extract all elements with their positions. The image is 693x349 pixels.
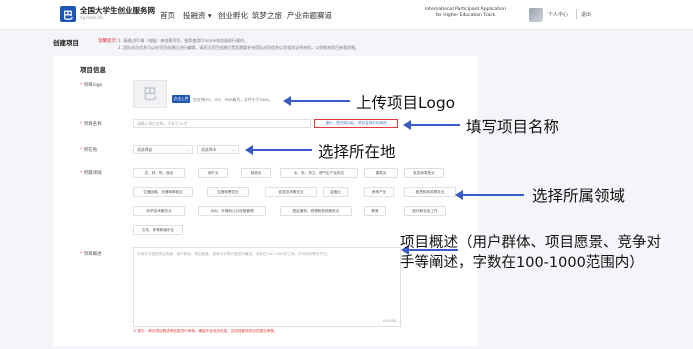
field-option[interactable]: 租赁和商务服务业 — [404, 187, 456, 197]
nav-investment[interactable]: 投融资 ▾ — [183, 10, 212, 21]
arrow-icon — [403, 120, 460, 130]
field-label: 所属领域 — [80, 170, 102, 176]
field-option[interactable]: 交通运输、仓储和邮政业 — [133, 187, 193, 197]
field-option[interactable]: 居民服务、修理和其他服务业 — [280, 206, 352, 216]
field-option[interactable]: 水利、环境和公共设施管理 — [198, 206, 266, 216]
field-option[interactable]: 金融业 — [323, 187, 348, 197]
divider — [576, 9, 577, 19]
intl-line2: for Higher Education Track — [435, 13, 496, 18]
arrow-icon — [283, 96, 350, 106]
annotation-summary-line1: 项目概述（用户群体、项目愿景、竞争对 — [400, 235, 661, 251]
location-label: 所在地 — [80, 147, 98, 153]
field-option[interactable]: 教育 — [364, 206, 386, 216]
annotation-upload-logo: 上传项目Logo — [356, 94, 456, 112]
upload-button[interactable]: 点击上传 — [172, 95, 190, 103]
field-option[interactable]: 制造业 — [241, 168, 271, 178]
summary-label: 项目概述 — [80, 251, 102, 257]
site-logo[interactable]: 巴 — [60, 6, 76, 22]
field-option[interactable]: 农、林、牧、渔业 — [133, 168, 185, 178]
tip-line-1: 1. 请通过PC端（电脑）来创建项目，推荐使用Chrome浏览器进行操作。 — [118, 38, 248, 43]
chevron-down-icon: ⌄ — [185, 147, 189, 152]
nav-home[interactable]: 首页 — [160, 10, 175, 21]
avatar[interactable] — [529, 8, 543, 22]
section-title: 项目信息 — [80, 66, 106, 74]
logo-preview: 巴 — [133, 80, 167, 108]
tip-line-2: 2. 团队成员信息可以在项目创建后进行编辑，请关注项目创建后是否需要补充团队成员… — [118, 45, 360, 50]
nav-dream-journey[interactable]: 筑梦之旅 — [252, 10, 282, 21]
province-select-text: 请选择省 — [137, 146, 153, 152]
field-option[interactable]: 住宿和餐饮业 — [207, 187, 249, 197]
project-name-input[interactable]: 请输入项目名称，不多于30字 — [133, 119, 311, 128]
field-option[interactable]: 建筑业 — [364, 168, 398, 178]
logo-label: 项目logo — [80, 82, 103, 88]
field-option[interactable]: 科学技术服务业 — [133, 206, 185, 216]
field-option[interactable]: 采矿业 — [198, 168, 228, 178]
char-count: 0/1000 — [383, 318, 397, 323]
field-option[interactable]: 水、电、热力、燃气生产及供应 — [280, 168, 358, 178]
annotation-choose-location: 选择所在地 — [318, 143, 396, 161]
international-application-link[interactable]: International Participant Application fo… — [425, 7, 506, 19]
annotation-summary-line2: 手等阐述，字数在100-1000范围内） — [400, 255, 644, 271]
site-brand[interactable]: 全国大学生创业服务网 — [80, 5, 155, 16]
summary-warning: ① 提示：请对项目概述等信息进行审核，确保不含违法信息，否则将影响项目的提交审核… — [133, 329, 278, 333]
name-label: 项目名称 — [80, 121, 102, 127]
site-brand-sub: cy.ncss.cn — [80, 16, 103, 21]
page-title: 创建项目 — [53, 39, 79, 47]
field-option[interactable]: 信息技术服务业 — [265, 187, 317, 197]
city-select-text: 请选择市 — [201, 146, 217, 152]
province-select[interactable]: 请选择省 ⌄ — [133, 145, 193, 154]
annotation-fill-name: 填写项目名称 — [466, 118, 560, 136]
annotation-choose-field: 选择所属领域 — [532, 187, 626, 205]
field-option[interactable]: 批发和零售业 — [404, 168, 444, 178]
arrow-icon — [245, 145, 312, 155]
city-select[interactable]: 请选择市 ⌄ — [197, 145, 239, 154]
field-option[interactable]: 房地产业 — [364, 187, 394, 197]
field-option[interactable]: 文化、体育和娱乐业 — [133, 225, 183, 235]
logout-link[interactable]: 退出 — [581, 11, 591, 18]
upload-hint: 仅支持JPG、GIF、PNG格式，文件小于300k。 — [193, 97, 273, 102]
arrow-icon — [455, 190, 524, 200]
name-warning: 提示：提交成功后，项目名称不可修改 — [314, 119, 398, 128]
chevron-down-icon: ⌄ — [231, 147, 235, 152]
user-center-link[interactable]: 个人中心 — [548, 11, 568, 18]
nav-industry-track[interactable]: 产业命题赛道 — [287, 10, 332, 21]
summary-textarea[interactable]: 可用文字描述项目背景、用户群体、项目愿景、竞争对手等方面进行阐述，字数在100-… — [133, 247, 401, 327]
field-option[interactable]: 医疗和社会工作 — [404, 206, 446, 216]
nav-incubation[interactable]: 创业孵化 — [218, 10, 248, 21]
